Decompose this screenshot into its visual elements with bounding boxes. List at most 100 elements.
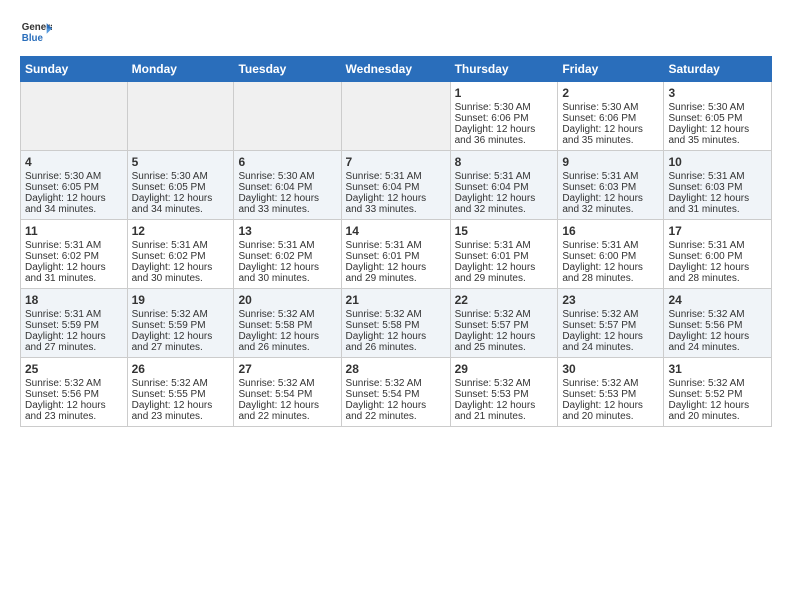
calendar-cell: 31Sunrise: 5:32 AMSunset: 5:52 PMDayligh… <box>664 358 772 427</box>
sunset-text: Sunset: 5:57 PM <box>562 320 636 331</box>
calendar-cell: 28Sunrise: 5:32 AMSunset: 5:54 PMDayligh… <box>341 358 450 427</box>
calendar-cell: 27Sunrise: 5:32 AMSunset: 5:54 PMDayligh… <box>234 358 341 427</box>
daylight-text: Daylight: 12 hours and 34 minutes. <box>25 193 106 215</box>
sunrise-text: Sunrise: 5:31 AM <box>346 240 422 251</box>
sunset-text: Sunset: 5:56 PM <box>668 320 742 331</box>
daylight-text: Daylight: 12 hours and 35 minutes. <box>562 124 643 146</box>
daylight-text: Daylight: 12 hours and 33 minutes. <box>346 193 427 215</box>
sunset-text: Sunset: 6:03 PM <box>562 182 636 193</box>
sunset-text: Sunset: 5:58 PM <box>238 320 312 331</box>
sunset-text: Sunset: 6:05 PM <box>25 182 99 193</box>
day-header: Friday <box>558 57 664 82</box>
daylight-text: Daylight: 12 hours and 35 minutes. <box>668 124 749 146</box>
day-number: 3 <box>668 86 767 100</box>
calendar-cell: 4Sunrise: 5:30 AMSunset: 6:05 PMDaylight… <box>21 151 128 220</box>
day-number: 21 <box>346 293 446 307</box>
sunset-text: Sunset: 6:01 PM <box>346 251 420 262</box>
sunset-text: Sunset: 6:04 PM <box>238 182 312 193</box>
day-number: 25 <box>25 362 123 376</box>
header: General Blue <box>20 16 772 48</box>
day-header: Tuesday <box>234 57 341 82</box>
sunrise-text: Sunrise: 5:31 AM <box>668 171 744 182</box>
calendar-cell: 29Sunrise: 5:32 AMSunset: 5:53 PMDayligh… <box>450 358 558 427</box>
sunrise-text: Sunrise: 5:31 AM <box>25 309 101 320</box>
daylight-text: Daylight: 12 hours and 31 minutes. <box>668 193 749 215</box>
sunrise-text: Sunrise: 5:31 AM <box>132 240 208 251</box>
daylight-text: Daylight: 12 hours and 33 minutes. <box>238 193 319 215</box>
calendar-cell: 11Sunrise: 5:31 AMSunset: 6:02 PMDayligh… <box>21 220 128 289</box>
daylight-text: Daylight: 12 hours and 32 minutes. <box>562 193 643 215</box>
day-header: Monday <box>127 57 234 82</box>
daylight-text: Daylight: 12 hours and 28 minutes. <box>562 262 643 284</box>
sunset-text: Sunset: 6:06 PM <box>455 113 529 124</box>
sunrise-text: Sunrise: 5:32 AM <box>562 378 638 389</box>
daylight-text: Daylight: 12 hours and 30 minutes. <box>238 262 319 284</box>
calendar-cell: 26Sunrise: 5:32 AMSunset: 5:55 PMDayligh… <box>127 358 234 427</box>
daylight-text: Daylight: 12 hours and 27 minutes. <box>25 331 106 353</box>
daylight-text: Daylight: 12 hours and 29 minutes. <box>455 262 536 284</box>
day-number: 10 <box>668 155 767 169</box>
daylight-text: Daylight: 12 hours and 23 minutes. <box>25 400 106 422</box>
calendar-cell: 15Sunrise: 5:31 AMSunset: 6:01 PMDayligh… <box>450 220 558 289</box>
calendar-cell: 20Sunrise: 5:32 AMSunset: 5:58 PMDayligh… <box>234 289 341 358</box>
calendar-cell: 5Sunrise: 5:30 AMSunset: 6:05 PMDaylight… <box>127 151 234 220</box>
daylight-text: Daylight: 12 hours and 22 minutes. <box>238 400 319 422</box>
calendar-cell: 12Sunrise: 5:31 AMSunset: 6:02 PMDayligh… <box>127 220 234 289</box>
sunset-text: Sunset: 6:00 PM <box>668 251 742 262</box>
calendar-cell: 19Sunrise: 5:32 AMSunset: 5:59 PMDayligh… <box>127 289 234 358</box>
day-number: 9 <box>562 155 659 169</box>
sunset-text: Sunset: 6:00 PM <box>562 251 636 262</box>
sunrise-text: Sunrise: 5:31 AM <box>25 240 101 251</box>
sunrise-text: Sunrise: 5:30 AM <box>668 102 744 113</box>
logo-icon: General Blue <box>20 16 52 48</box>
day-number: 5 <box>132 155 230 169</box>
day-number: 29 <box>455 362 554 376</box>
daylight-text: Daylight: 12 hours and 32 minutes. <box>455 193 536 215</box>
sunset-text: Sunset: 6:05 PM <box>668 113 742 124</box>
calendar-cell: 21Sunrise: 5:32 AMSunset: 5:58 PMDayligh… <box>341 289 450 358</box>
daylight-text: Daylight: 12 hours and 31 minutes. <box>25 262 106 284</box>
daylight-text: Daylight: 12 hours and 24 minutes. <box>668 331 749 353</box>
day-header: Saturday <box>664 57 772 82</box>
sunrise-text: Sunrise: 5:31 AM <box>562 171 638 182</box>
day-number: 15 <box>455 224 554 238</box>
calendar-cell: 17Sunrise: 5:31 AMSunset: 6:00 PMDayligh… <box>664 220 772 289</box>
daylight-text: Daylight: 12 hours and 27 minutes. <box>132 331 213 353</box>
day-number: 20 <box>238 293 336 307</box>
daylight-text: Daylight: 12 hours and 20 minutes. <box>562 400 643 422</box>
day-number: 12 <box>132 224 230 238</box>
day-number: 18 <box>25 293 123 307</box>
sunset-text: Sunset: 5:59 PM <box>132 320 206 331</box>
calendar-week-row: 18Sunrise: 5:31 AMSunset: 5:59 PMDayligh… <box>21 289 772 358</box>
sunset-text: Sunset: 6:01 PM <box>455 251 529 262</box>
daylight-text: Daylight: 12 hours and 22 minutes. <box>346 400 427 422</box>
sunrise-text: Sunrise: 5:31 AM <box>668 240 744 251</box>
day-number: 28 <box>346 362 446 376</box>
calendar-cell <box>21 82 128 151</box>
daylight-text: Daylight: 12 hours and 20 minutes. <box>668 400 749 422</box>
day-number: 1 <box>455 86 554 100</box>
sunrise-text: Sunrise: 5:32 AM <box>132 309 208 320</box>
sunset-text: Sunset: 5:57 PM <box>455 320 529 331</box>
sunrise-text: Sunrise: 5:31 AM <box>562 240 638 251</box>
day-number: 24 <box>668 293 767 307</box>
sunrise-text: Sunrise: 5:32 AM <box>132 378 208 389</box>
day-header: Sunday <box>21 57 128 82</box>
calendar-cell: 13Sunrise: 5:31 AMSunset: 6:02 PMDayligh… <box>234 220 341 289</box>
daylight-text: Daylight: 12 hours and 26 minutes. <box>238 331 319 353</box>
daylight-text: Daylight: 12 hours and 26 minutes. <box>346 331 427 353</box>
day-number: 13 <box>238 224 336 238</box>
logo: General Blue <box>20 16 52 48</box>
sunrise-text: Sunrise: 5:30 AM <box>562 102 638 113</box>
calendar-cell <box>127 82 234 151</box>
day-number: 4 <box>25 155 123 169</box>
sunrise-text: Sunrise: 5:32 AM <box>668 309 744 320</box>
sunrise-text: Sunrise: 5:32 AM <box>238 378 314 389</box>
daylight-text: Daylight: 12 hours and 28 minutes. <box>668 262 749 284</box>
calendar-cell: 25Sunrise: 5:32 AMSunset: 5:56 PMDayligh… <box>21 358 128 427</box>
sunrise-text: Sunrise: 5:30 AM <box>455 102 531 113</box>
calendar-cell: 24 Sunrise: 5:32 AMSunset: 5:56 PMDayligh… <box>664 289 772 358</box>
day-number: 6 <box>238 155 336 169</box>
sunrise-text: Sunrise: 5:31 AM <box>346 171 422 182</box>
sunset-text: Sunset: 6:04 PM <box>346 182 420 193</box>
